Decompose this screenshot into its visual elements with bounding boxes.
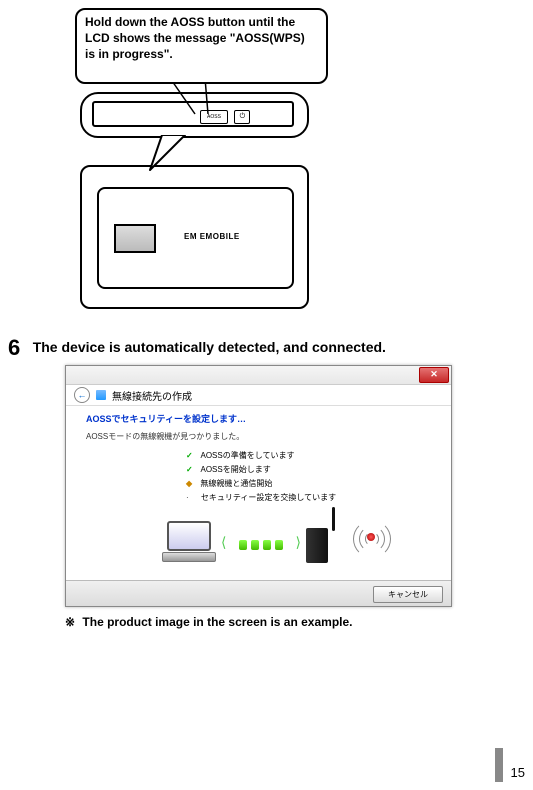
dialog-title: AOSSでセキュリティーを設定します… (86, 412, 431, 425)
status-item: · セキュリティー設定を交換しています (186, 492, 431, 503)
note-line: ※ The product image in the screen is an … (65, 615, 353, 629)
status-item: ✓ AOSSを開始します (186, 464, 431, 475)
dialog-subtitle: AOSSモードの無線親機が見つかりました。 (86, 431, 431, 442)
step-number: 6 (8, 335, 20, 361)
note-mark: ※ (65, 615, 75, 629)
bullet-icon: · (186, 493, 189, 502)
back-button[interactable]: ← (74, 387, 90, 403)
status-item: ✓ AOSSの準備をしています (186, 450, 431, 461)
dialog-header: ← 無線接続先の作成 (66, 385, 451, 405)
side-tab (495, 748, 503, 782)
dialog-body: AOSSでセキュリティーを設定します… AOSSモードの無線親機が見つかりました… (66, 405, 451, 597)
status-text: セキュリティー設定を交換しています (201, 493, 336, 502)
arrow-left-icon: ⟨ (221, 534, 226, 551)
page-number: 15 (511, 765, 525, 780)
device-front-view: EM EMOBILE (80, 165, 309, 309)
note-text: The product image in the screen is an ex… (82, 615, 352, 629)
check-icon: ✓ (186, 465, 193, 474)
signal-dots: ⟨ ⟩ (226, 537, 296, 555)
status-item: ◆ 無線親機と通信開始 (186, 478, 431, 489)
back-arrow-icon: ← (78, 390, 87, 400)
speech-tail (140, 135, 200, 175)
step-text: The device is automatically detected, an… (33, 339, 386, 355)
status-text: AOSSの準備をしています (200, 451, 294, 460)
arrow-right-icon: ⟩ (296, 534, 301, 551)
cancel-button[interactable]: キャンセル (373, 586, 443, 603)
check-icon: ✓ (186, 451, 193, 460)
dialog-header-text: 無線接続先の作成 (112, 388, 192, 403)
router-icon (306, 513, 334, 563)
status-list: ✓ AOSSの準備をしています ✓ AOSSを開始します ◆ 無線親機と通信開始… (186, 450, 431, 503)
callout-text: Hold down the AOSS button until the LCD … (85, 15, 305, 61)
dialog-window: ✕ ← 無線接続先の作成 AOSSでセキュリティーを設定します… AOSSモード… (65, 365, 452, 607)
wireless-icon (96, 390, 106, 400)
aoss-wifi-icon: A O S S (346, 523, 396, 559)
laptop-icon (161, 521, 216, 563)
dialog-titlebar: ✕ (66, 366, 451, 385)
dialog-footer: キャンセル (66, 580, 451, 606)
diamond-icon: ◆ (186, 479, 192, 488)
status-text: 無線親機と通信開始 (200, 479, 272, 488)
status-text: AOSSを開始します (200, 465, 270, 474)
close-button[interactable]: ✕ (419, 367, 449, 383)
device-lcd (114, 224, 156, 253)
close-icon: ✕ (430, 369, 438, 379)
callout-box: Hold down the AOSS button until the LCD … (75, 8, 328, 84)
step-row: 6 The device is automatically detected, … (8, 335, 498, 361)
device-logo: EM EMOBILE (184, 232, 240, 241)
connection-graphic: ⟨ ⟩ A O S S (86, 509, 431, 579)
